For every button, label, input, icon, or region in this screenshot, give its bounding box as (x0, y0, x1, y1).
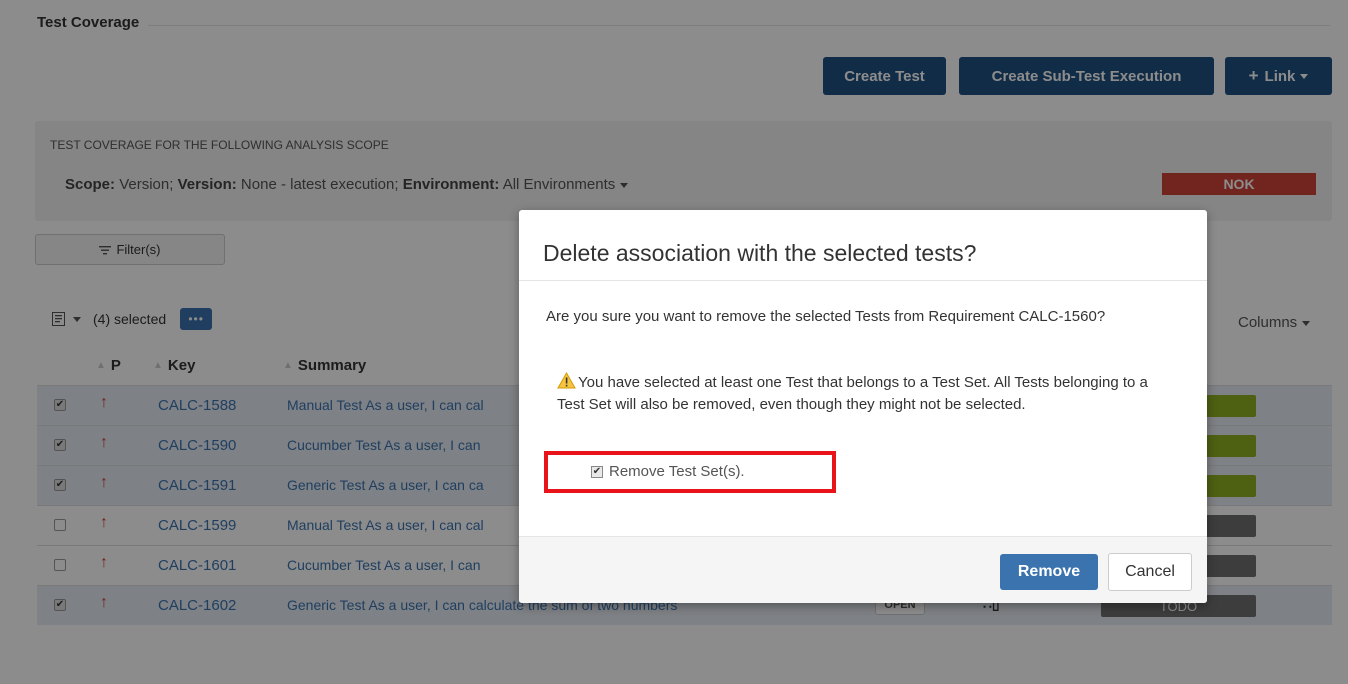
dialog-divider (519, 280, 1207, 281)
delete-association-dialog: Delete association with the selected tes… (519, 210, 1207, 603)
remove-button[interactable]: Remove (1000, 554, 1098, 590)
dialog-message: Are you sure you want to remove the sele… (546, 308, 1106, 325)
warning-text: You have selected at least one Test that… (557, 374, 1148, 413)
remove-test-sets-option[interactable]: ✔ Remove Test Set(s). (591, 463, 745, 480)
dialog-footer: Remove Cancel (519, 536, 1207, 603)
dialog-warning: You have selected at least one Test that… (557, 372, 1157, 416)
warning-icon (557, 372, 576, 389)
cancel-button[interactable]: Cancel (1108, 553, 1192, 591)
remove-test-sets-checkbox[interactable]: ✔ (591, 465, 603, 478)
dialog-title: Delete association with the selected tes… (543, 240, 977, 266)
remove-test-sets-label: Remove Test Set(s). (609, 463, 745, 480)
